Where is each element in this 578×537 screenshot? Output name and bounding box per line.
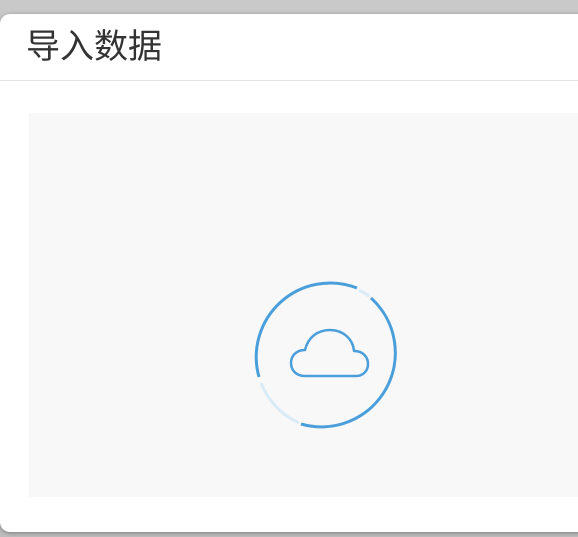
- dialog-header: 导入数据: [0, 14, 578, 81]
- upload-drop-zone[interactable]: [29, 113, 578, 497]
- import-data-dialog: 导入数据: [0, 14, 578, 532]
- upload-button[interactable]: [253, 279, 407, 433]
- dialog-title: 导入数据: [26, 27, 162, 67]
- cloud-upload-icon: [289, 328, 370, 378]
- loading-ring-icon: [254, 281, 397, 429]
